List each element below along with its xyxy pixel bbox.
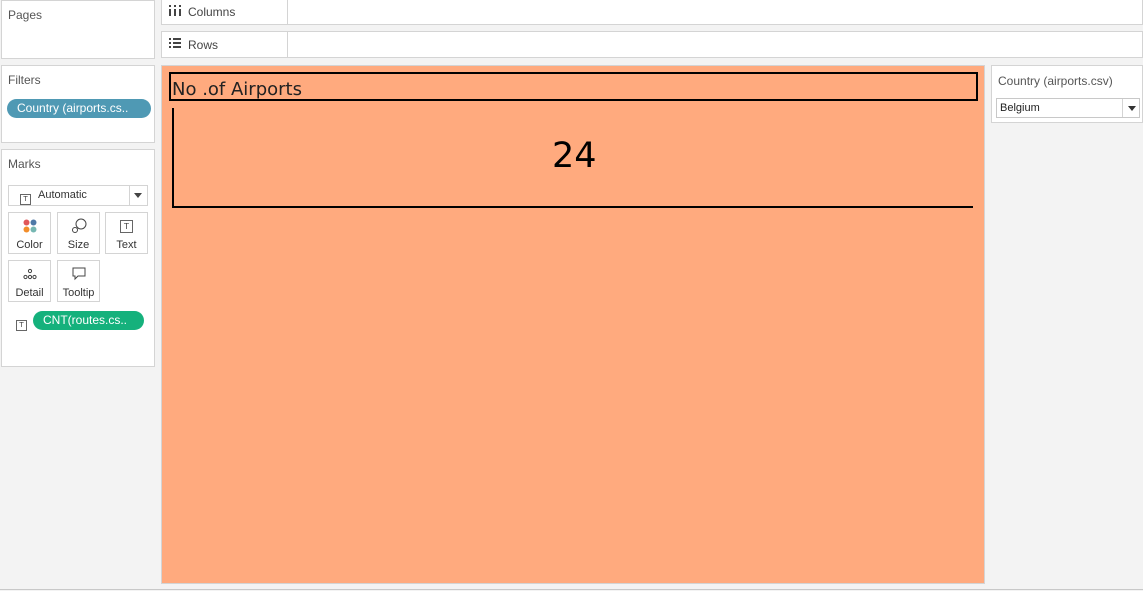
airport-count-value: 24 (552, 136, 597, 176)
size-button[interactable]: Size (57, 212, 100, 254)
detail-button[interactable]: Detail (8, 260, 51, 302)
tooltip-icon (58, 266, 99, 282)
dropdown-divider (129, 186, 130, 205)
size-label: Size (67, 239, 90, 251)
filters-title: Filters (8, 73, 41, 87)
text-button[interactable]: T Text (105, 212, 148, 254)
color-button[interactable]: Color (8, 212, 51, 254)
quick-filter-title: Country (airports.csv) (998, 74, 1113, 88)
country-dropdown-value: Belgium (1000, 102, 1040, 114)
color-label: Color (16, 239, 43, 251)
cnt-routes-pill[interactable]: CNT(routes.cs.. (33, 311, 144, 330)
detail-label: Detail (15, 287, 44, 299)
dropdown-divider (1122, 99, 1123, 117)
pages-title: Pages (8, 8, 43, 22)
country-filter-pill[interactable]: Country (airports.cs.. (7, 99, 151, 118)
pages-panel: Pages (1, 0, 155, 59)
text-label: Text (116, 239, 137, 251)
viz-value-area: 24 (172, 108, 973, 208)
mark-type-value: Automatic (38, 189, 87, 201)
tooltip-label: Tooltip (62, 287, 95, 299)
chevron-down-icon (1128, 106, 1136, 111)
text-mark-icon: T (20, 190, 31, 205)
viz-title: No .of Airports (172, 79, 302, 100)
columns-shelf[interactable]: Columns (161, 0, 1143, 25)
marks-title: Marks (8, 157, 41, 171)
mark-type-dropdown[interactable]: T Automatic (8, 185, 148, 206)
columns-label: Columns (188, 4, 236, 19)
rows-shelf[interactable]: Rows (161, 31, 1143, 58)
columns-shelf-label-area: Columns (162, 0, 288, 24)
marks-panel: Marks T Automatic Color Size T Text Deta… (1, 149, 155, 367)
color-icon (9, 218, 50, 234)
rows-label: Rows (188, 37, 219, 52)
text-encoding-icon: T (16, 316, 27, 331)
viz-title-box: No .of Airports (169, 72, 978, 101)
text-icon: T (106, 218, 147, 234)
chevron-down-icon (134, 193, 142, 198)
columns-icon (169, 4, 181, 19)
filters-panel: Filters Country (airports.cs.. (1, 65, 155, 143)
detail-icon (9, 266, 50, 282)
rows-shelf-label-area: Rows (162, 32, 288, 57)
viz-canvas[interactable]: No .of Airports 24 (161, 65, 985, 584)
tooltip-button[interactable]: Tooltip (57, 260, 100, 302)
bottom-divider (0, 589, 1143, 590)
rows-icon (169, 38, 181, 51)
size-icon (58, 218, 99, 234)
quick-filter-panel: Country (airports.csv) Belgium (991, 65, 1143, 123)
country-dropdown[interactable]: Belgium (996, 98, 1140, 118)
